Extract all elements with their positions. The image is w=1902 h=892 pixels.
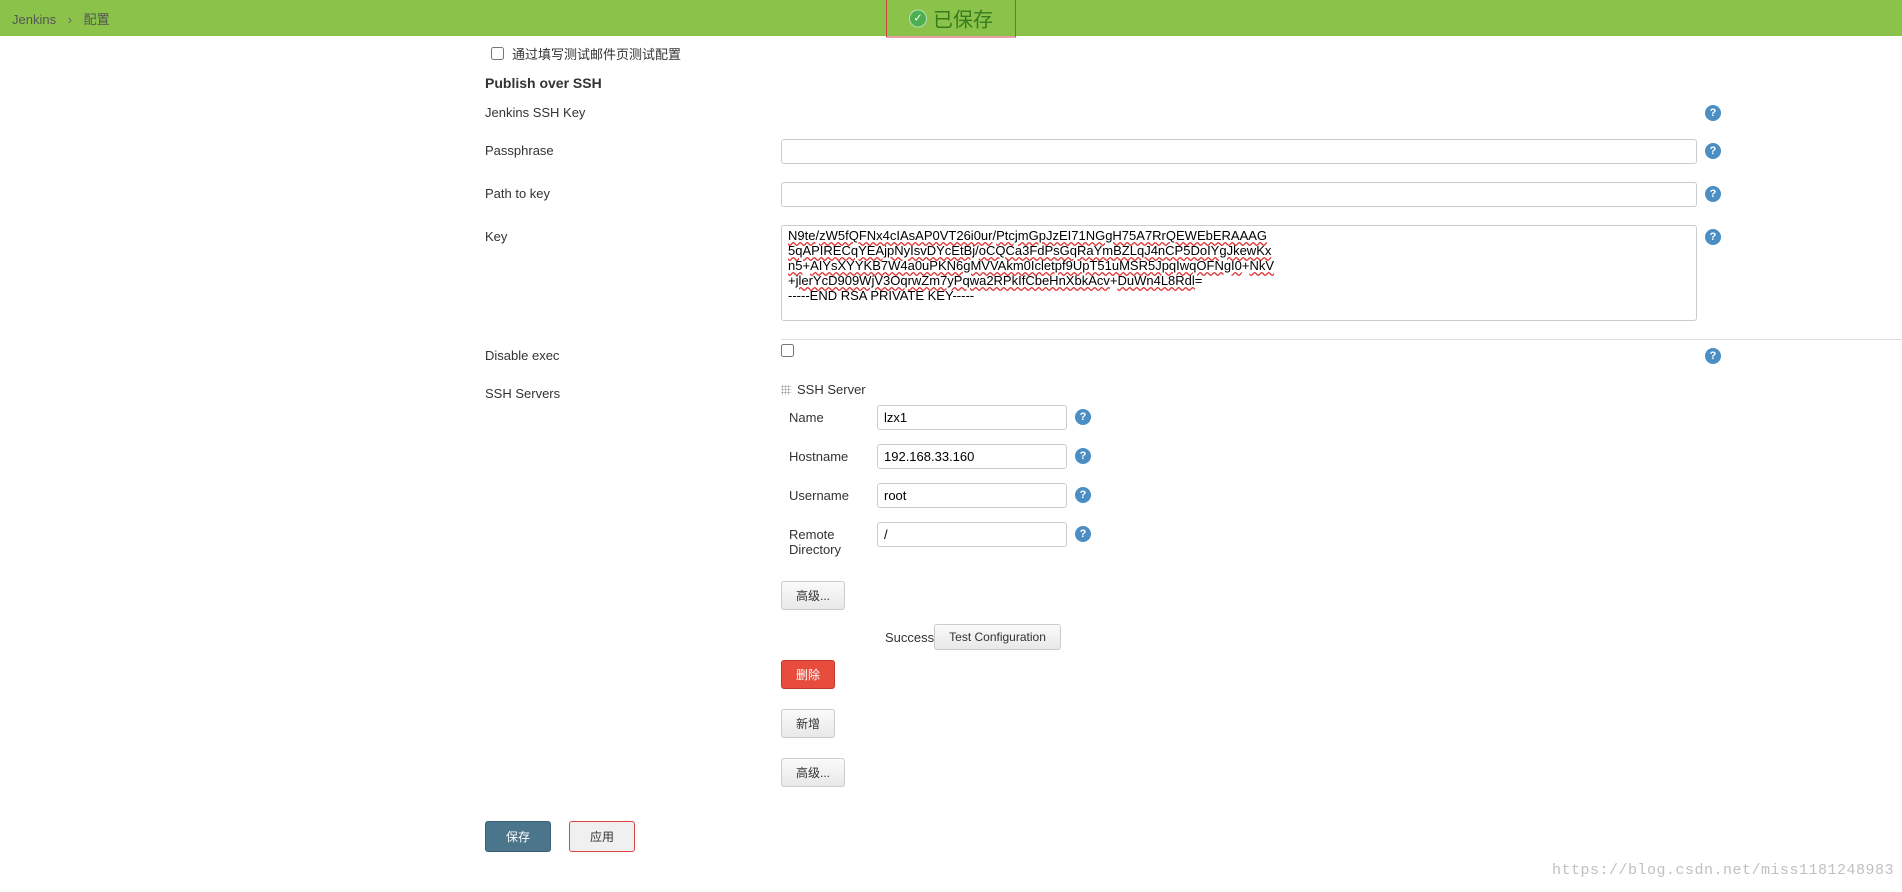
watermark: https://blog.csdn.net/miss1181248983 <box>1552 862 1894 879</box>
top-banner: Jenkins › 配置 ✓ 已保存 <box>0 0 1902 36</box>
passphrase-label: Passphrase <box>485 139 781 158</box>
ssh-remote-dir-label: Remote Directory <box>781 522 877 557</box>
ssh-server-title: SSH Server <box>797 382 866 397</box>
plugin-checkbox[interactable] <box>491 47 504 60</box>
help-icon[interactable]: ? <box>1705 348 1721 364</box>
ssh-username-input[interactable] <box>877 483 1067 508</box>
path-to-key-label: Path to key <box>485 182 781 201</box>
breadcrumb-separator: › <box>68 12 72 27</box>
jenkins-ssh-key-label: Jenkins SSH Key <box>485 101 781 120</box>
help-icon[interactable]: ? <box>1705 143 1721 159</box>
breadcrumb-home[interactable]: Jenkins <box>12 12 56 27</box>
ssh-hostname-label: Hostname <box>781 444 877 464</box>
add-button[interactable]: 新增 <box>781 709 835 738</box>
test-configuration-button[interactable]: Test Configuration <box>934 624 1061 650</box>
breadcrumb-current[interactable]: 配置 <box>84 12 110 27</box>
ssh-servers-label: SSH Servers <box>485 382 781 401</box>
advanced-button[interactable]: 高级... <box>781 581 845 610</box>
help-icon[interactable]: ? <box>1705 105 1721 121</box>
key-textarea[interactable]: N9te/zW5fQFNx4cIAsAP0VT26i0ur/PtcjmGpJzE… <box>781 225 1697 321</box>
help-icon[interactable]: ? <box>1075 487 1091 503</box>
drag-handle-icon[interactable] <box>781 385 791 395</box>
divider <box>781 339 1902 340</box>
test-success-text: Success <box>885 630 934 645</box>
ssh-remote-dir-input[interactable] <box>877 522 1067 547</box>
path-to-key-input[interactable] <box>781 182 1697 207</box>
help-icon[interactable]: ? <box>1705 229 1721 245</box>
breadcrumb: Jenkins › 配置 <box>12 9 110 28</box>
ssh-name-input[interactable] <box>877 405 1067 430</box>
ssh-name-label: Name <box>781 405 877 425</box>
apply-button[interactable]: 应用 <box>569 821 635 852</box>
key-label: Key <box>485 225 781 244</box>
check-circle-icon: ✓ <box>909 9 927 27</box>
plugin-checkbox-label: 通过填写测试邮件页测试配置 <box>512 44 681 63</box>
plugin-checkbox-row: 通过填写测试邮件页测试配置 <box>491 44 1721 63</box>
help-icon[interactable]: ? <box>1075 409 1091 425</box>
passphrase-input[interactable] <box>781 139 1697 164</box>
saved-badge: ✓ 已保存 <box>886 0 1016 38</box>
ssh-hostname-input[interactable] <box>877 444 1067 469</box>
help-icon[interactable]: ? <box>1705 186 1721 202</box>
ssh-server-header: SSH Server <box>781 382 866 397</box>
disable-exec-checkbox[interactable] <box>781 344 794 357</box>
advanced-button-2[interactable]: 高级... <box>781 758 845 787</box>
help-icon[interactable]: ? <box>1075 526 1091 542</box>
ssh-username-label: Username <box>781 483 877 503</box>
disable-exec-label: Disable exec <box>485 344 781 363</box>
save-button[interactable]: 保存 <box>485 821 551 852</box>
help-icon[interactable]: ? <box>1075 448 1091 464</box>
section-publish-ssh: Publish over SSH <box>485 75 1721 91</box>
delete-button[interactable]: 删除 <box>781 660 835 689</box>
saved-text: 已保存 <box>933 4 993 33</box>
